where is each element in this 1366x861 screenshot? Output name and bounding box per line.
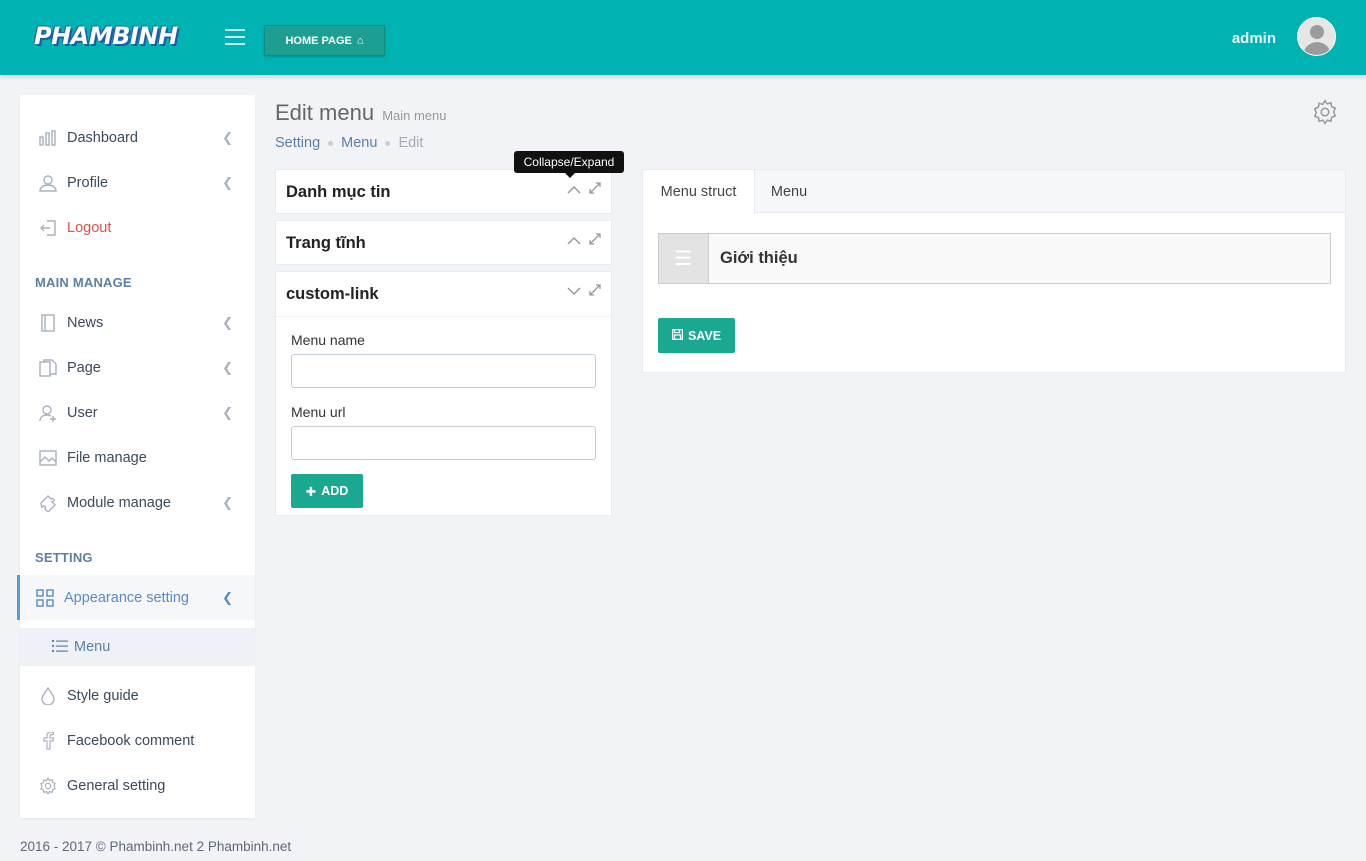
puzzle-icon [38, 493, 58, 513]
sidebar-item-user[interactable]: User ❮ [20, 390, 255, 435]
chevron-down-icon[interactable] [567, 284, 581, 299]
menu-toggle-button[interactable] [225, 29, 245, 45]
sidebar-item-label: Page [67, 359, 101, 376]
picture-icon [38, 448, 58, 468]
drag-handle-icon[interactable]: ☰ [659, 234, 709, 283]
menu-url-label: Menu url [291, 404, 346, 420]
chevron-up-icon[interactable] [567, 233, 581, 248]
chevron-left-icon: ❮ [222, 175, 233, 190]
sidebar-item-dashboard[interactable]: Dashboard ❮ [20, 115, 255, 160]
chevron-left-icon: ❮ [222, 590, 233, 605]
menu-item-label: Giới thiệu [720, 249, 798, 267]
add-button[interactable]: ✚ ADD [291, 474, 363, 508]
sidebar-item-logout[interactable]: Logout [20, 205, 255, 250]
chevron-left-icon: ❮ [222, 360, 233, 375]
tab-menu-struct[interactable]: Menu struct [643, 170, 755, 214]
breadcrumb-menu[interactable]: Menu [341, 135, 377, 151]
sidebar-subitem-label: Menu [74, 639, 111, 655]
home-icon: ⌂ [356, 34, 364, 47]
list-icon [52, 639, 68, 655]
save-button-label: SAVE [687, 328, 722, 343]
page-title-text: Edit menu [275, 100, 375, 125]
save-button[interactable]: SAVE [658, 318, 735, 353]
menu-name-input[interactable] [291, 354, 596, 388]
sidebar-item-label: User [67, 404, 98, 421]
sidebar-item-label: Style guide [67, 687, 139, 704]
sidebar-item-appearance-setting[interactable]: Appearance setting ❮ [17, 575, 255, 620]
drop-icon [38, 686, 58, 706]
tab-bar: Menu struct Menu [643, 170, 1345, 214]
user-name[interactable]: admin [1232, 30, 1276, 47]
sidebar-item-style-guide[interactable]: Style guide [20, 673, 255, 718]
menu-url-input[interactable] [291, 426, 596, 460]
panel-title: custom-link [286, 284, 379, 303]
section-title-main-manage: MAIN MANAGE [35, 275, 132, 290]
sidebar-item-label: News [67, 314, 104, 331]
notebook-icon [38, 313, 58, 333]
sidebar-item-label: General setting [67, 777, 166, 794]
chevron-left-icon: ❮ [222, 495, 233, 510]
sidebar: Dashboard ❮ Profile ❮ Logout MAIN MANAGE… [17, 95, 255, 818]
sidebar-item-label: File manage [67, 449, 147, 466]
sidebar-item-module-manage[interactable]: Module manage ❮ [20, 480, 255, 525]
floppy-icon [671, 328, 683, 343]
breadcrumb-setting[interactable]: Setting [275, 135, 320, 151]
sidebar-item-label: Profile [67, 174, 109, 191]
breadcrumb-edit: Edit [398, 135, 424, 151]
sidebar-item-label: Logout [67, 219, 112, 236]
chevron-left-icon: ❮ [222, 130, 233, 145]
logout-icon [38, 218, 58, 238]
section-title-setting: SETTING [35, 550, 93, 565]
home-page-button[interactable]: HOME PAGE ⌂ [264, 25, 385, 56]
sidebar-item-page[interactable]: Page ❮ [20, 345, 255, 390]
panel-trang-tinh: Trang tĩnh [275, 220, 612, 265]
grid-icon [35, 588, 55, 608]
panel-title: Trang tĩnh [286, 233, 366, 252]
settings-gear-icon[interactable] [1312, 99, 1338, 125]
breadcrumb: Setting Menu Edit [275, 135, 423, 151]
menu-struct-panel: Menu struct Menu ☰ Giới thiệu SAVE [642, 169, 1346, 373]
sidebar-item-file-manage[interactable]: File manage [20, 435, 255, 480]
docs-icon [38, 358, 58, 378]
plus-icon: ✚ [305, 484, 317, 499]
bar-chart-icon [38, 128, 58, 148]
sidebar-item-label: Dashboard [67, 129, 138, 146]
logo[interactable]: PHAMBINH [34, 22, 178, 50]
home-page-label: HOME PAGE [285, 34, 352, 47]
user-follow-icon [38, 403, 58, 423]
chevron-up-icon[interactable] [567, 182, 581, 197]
footer: 2016 - 2017 © Phambinh.net 2 Phambinh.ne… [20, 839, 292, 854]
sidebar-item-label: Appearance setting [64, 589, 189, 606]
top-header: PHAMBINH HOME PAGE ⌂ admin [0, 0, 1366, 75]
panel-custom-link: custom-link Menu name Menu url ✚ ADD [275, 271, 612, 516]
menu-item-row[interactable]: ☰ Giới thiệu [658, 233, 1331, 284]
fullscreen-icon[interactable] [589, 284, 601, 299]
fullscreen-icon[interactable] [589, 182, 601, 197]
avatar[interactable] [1297, 17, 1336, 56]
collapse-expand-tooltip: Collapse/Expand [514, 151, 624, 178]
sidebar-item-news[interactable]: News ❮ [20, 300, 255, 345]
add-button-label: ADD [321, 484, 349, 498]
chevron-left-icon: ❮ [222, 405, 233, 420]
sidebar-item-profile[interactable]: Profile ❮ [20, 160, 255, 205]
gear-icon [38, 776, 58, 796]
page-subtitle: Main menu [382, 108, 447, 123]
facebook-icon [38, 731, 58, 751]
sidebar-item-general-setting[interactable]: General setting [20, 763, 255, 808]
page-title: Edit menu Main menu [275, 100, 447, 126]
sidebar-item-label: Facebook comment [67, 732, 195, 749]
sidebar-subitem-menu[interactable]: Menu [20, 628, 255, 666]
user-icon [38, 173, 58, 193]
tab-menu[interactable]: Menu [755, 170, 823, 214]
sidebar-item-facebook-comment[interactable]: Facebook comment [20, 718, 255, 763]
chevron-left-icon: ❮ [222, 315, 233, 330]
panel-danh-muc-tin: Danh mục tin [275, 169, 612, 214]
sidebar-item-label: Module manage [67, 494, 171, 511]
menu-name-label: Menu name [291, 332, 365, 348]
fullscreen-icon[interactable] [589, 233, 601, 248]
panel-title: Danh mục tin [286, 182, 391, 201]
